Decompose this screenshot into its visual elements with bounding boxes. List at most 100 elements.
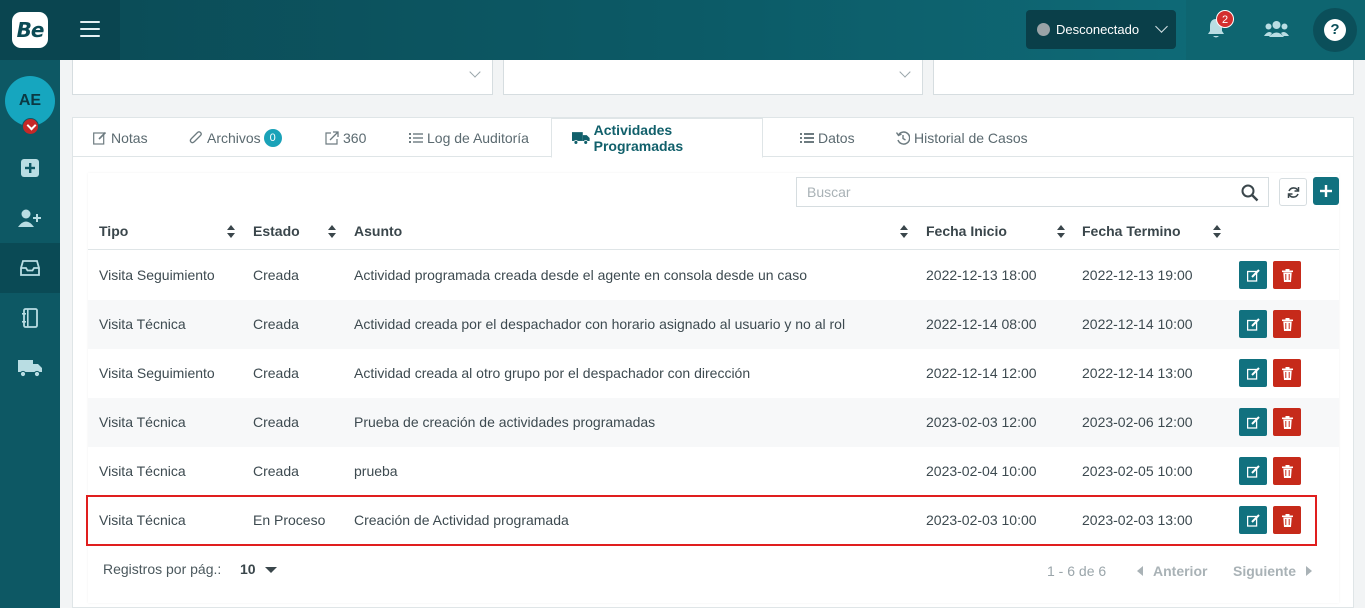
next-page-button[interactable]: Siguiente: [1233, 563, 1313, 579]
sidebar-item-inbox[interactable]: [0, 243, 60, 293]
sidebar-item-new-case[interactable]: [0, 143, 60, 193]
truck-icon: [18, 360, 42, 377]
external-link-icon: [325, 130, 339, 145]
add-activity-button[interactable]: [1313, 177, 1339, 205]
cell-fecha-inicio: 2022-12-14 12:00: [926, 365, 1037, 381]
archivos-count-badge: 0: [263, 128, 282, 147]
cell-fecha-termino: 2023-02-05 10:00: [1082, 463, 1193, 479]
menu-icon[interactable]: [80, 21, 100, 39]
edit-icon: [1246, 268, 1260, 282]
app-logo[interactable]: Be: [12, 12, 48, 48]
cell-tipo: Visita Seguimiento: [99, 267, 215, 283]
cell-asunto: Actividad creada por el despachador con …: [354, 316, 846, 332]
cell-tipo: Visita Técnica: [99, 414, 186, 430]
select-field-2[interactable]: [503, 60, 923, 95]
edit-button[interactable]: [1239, 261, 1267, 289]
cell-fecha-inicio: 2023-02-03 12:00: [926, 414, 1037, 430]
cell-tipo: Visita Seguimiento: [99, 365, 215, 381]
sidebar-item-add-user[interactable]: [0, 193, 60, 243]
tab-notas[interactable]: Notas: [93, 118, 148, 157]
per-page-label: Registros por pág.:: [103, 561, 222, 577]
column-header-estado[interactable]: Estado: [253, 213, 300, 250]
delete-button[interactable]: [1273, 359, 1301, 387]
status-label: Desconectado: [1056, 22, 1140, 37]
main-content: Notas Archivos 0 360 Log de Auditoría Ac…: [60, 60, 1365, 608]
status-dropdown[interactable]: Desconectado: [1026, 10, 1176, 49]
cell-fecha-termino: 2022-12-14 10:00: [1082, 316, 1193, 332]
chevron-down-icon: [1155, 20, 1168, 33]
sidebar-item-notebook[interactable]: [0, 293, 60, 343]
edit-button[interactable]: [1239, 506, 1267, 534]
cell-fecha-termino: 2023-02-06 12:00: [1082, 414, 1193, 430]
delete-button[interactable]: [1273, 310, 1301, 338]
tab-datos[interactable]: Datos: [800, 118, 855, 157]
notifications-badge: 2: [1216, 10, 1234, 28]
cell-asunto: Creación de Actividad programada: [354, 512, 569, 528]
activities-panel: Tipo Estado Asunto Fecha Inicio Fecha Te…: [86, 173, 1339, 603]
delete-button[interactable]: [1273, 261, 1301, 289]
help-icon: ?: [1324, 19, 1346, 41]
tab-360[interactable]: 360: [325, 118, 366, 157]
cell-estado: Creada: [253, 316, 299, 332]
cell-estado: En Proceso: [253, 512, 326, 528]
next-label: Siguiente: [1233, 563, 1297, 579]
sidebar-item-truck[interactable]: [0, 343, 60, 393]
trash-icon: [1281, 268, 1293, 282]
column-header-tipo[interactable]: Tipo: [99, 213, 128, 250]
edit-button[interactable]: [1239, 457, 1267, 485]
cell-tipo: Visita Técnica: [99, 512, 186, 528]
cell-tipo: Visita Técnica: [99, 316, 186, 332]
delete-button[interactable]: [1273, 408, 1301, 436]
previous-page-button[interactable]: Anterior: [1137, 563, 1207, 579]
pagination-bar: Registros por pág.: 10 1 - 6 de 6 Anteri…: [88, 545, 1339, 595]
input-field-3[interactable]: [933, 60, 1354, 95]
sort-icon[interactable]: [1057, 225, 1066, 238]
cell-estado: Creada: [253, 463, 299, 479]
search-input[interactable]: [797, 178, 1227, 206]
caret-right-icon: [1306, 566, 1313, 576]
sort-icon[interactable]: [227, 225, 236, 238]
history-icon: [896, 130, 910, 145]
tab-log-label: Log de Auditoría: [427, 129, 529, 146]
help-button[interactable]: ?: [1313, 8, 1357, 52]
cell-estado: Creada: [253, 414, 299, 430]
notebook-icon: [22, 308, 38, 328]
trash-icon: [1281, 513, 1293, 527]
per-page-select[interactable]: 10: [240, 561, 256, 577]
tab-actividades-programadas[interactable]: Actividades Programadas: [551, 118, 763, 158]
sort-icon[interactable]: [900, 225, 909, 238]
cell-fecha-inicio: 2023-02-03 10:00: [926, 512, 1037, 528]
caret-down-icon[interactable]: [265, 567, 277, 573]
tab-historial-casos[interactable]: Historial de Casos: [896, 118, 1028, 157]
top-bar: Be Desconectado 2 ?: [0, 0, 1365, 60]
column-header-fecha-inicio[interactable]: Fecha Inicio: [926, 213, 1007, 250]
cell-estado: Creada: [253, 267, 299, 283]
edit-button[interactable]: [1239, 408, 1267, 436]
sort-icon[interactable]: [328, 225, 337, 238]
trash-icon: [1281, 415, 1293, 429]
chevron-down-icon: [899, 66, 911, 78]
chevron-down-icon[interactable]: [22, 118, 39, 135]
delete-button[interactable]: [1273, 506, 1301, 534]
refresh-icon: [1287, 186, 1299, 198]
sort-icon[interactable]: [1213, 225, 1222, 238]
case-detail-card: Notas Archivos 0 360 Log de Auditoría Ac…: [72, 117, 1354, 608]
tab-archivos[interactable]: Archivos 0: [189, 118, 282, 157]
search-icon[interactable]: [1241, 184, 1259, 202]
column-header-fecha-termino[interactable]: Fecha Termino: [1082, 213, 1181, 250]
column-header-asunto[interactable]: Asunto: [354, 213, 402, 250]
refresh-button[interactable]: [1279, 178, 1307, 206]
tab-datos-label: Datos: [818, 129, 855, 146]
logo-text: Be: [16, 18, 45, 42]
search-box: [796, 177, 1269, 207]
users-icon[interactable]: [1264, 20, 1289, 38]
cell-asunto: Actividad programada creada desde el age…: [354, 267, 807, 283]
plus-square-icon: [21, 159, 39, 177]
edit-button[interactable]: [1239, 359, 1267, 387]
cell-asunto: Prueba de creación de actividades progra…: [354, 414, 656, 430]
delete-button[interactable]: [1273, 457, 1301, 485]
edit-button[interactable]: [1239, 310, 1267, 338]
tab-log-auditoria[interactable]: Log de Auditoría: [409, 118, 529, 157]
trash-icon: [1281, 317, 1293, 331]
select-field-1[interactable]: [72, 60, 493, 95]
